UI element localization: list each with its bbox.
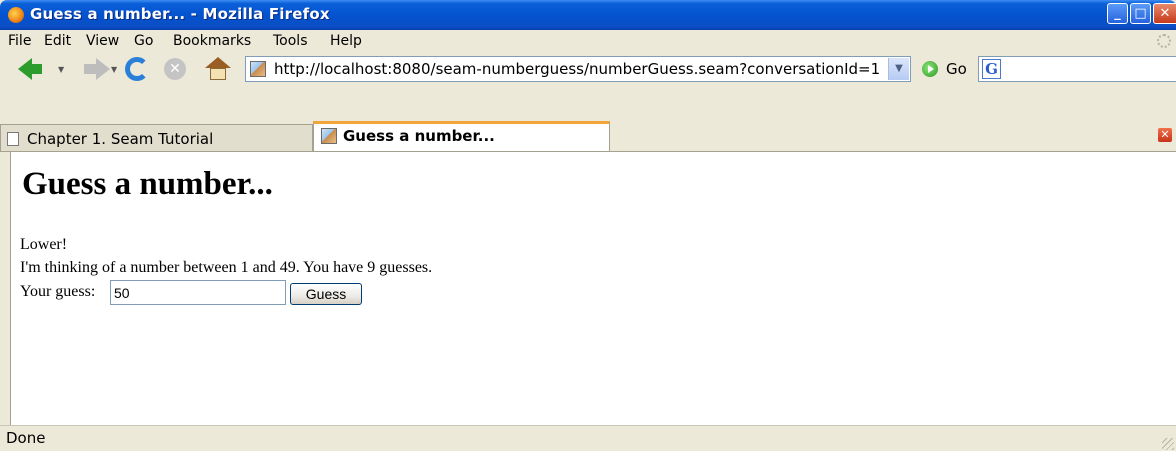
document-icon: [7, 132, 19, 146]
info-text: I'm thinking of a number between 1 and 4…: [20, 259, 433, 276]
home-icon[interactable]: [205, 57, 231, 81]
forward-history-dropdown-icon[interactable]: ▼: [111, 65, 117, 74]
menu-edit[interactable]: Edit: [44, 33, 71, 49]
tab-guess-a-number[interactable]: Guess a number...: [313, 121, 610, 152]
chevron-down-icon[interactable]: ▼: [888, 58, 909, 80]
menu-bookmarks[interactable]: Bookmarks: [173, 33, 251, 49]
resize-grip-icon[interactable]: [1162, 438, 1174, 450]
forward-button[interactable]: [84, 64, 96, 74]
firefox-icon: [8, 7, 24, 23]
stop-icon[interactable]: ✕: [164, 58, 186, 80]
page-favicon-icon: [321, 128, 337, 144]
back-button[interactable]: [30, 64, 42, 74]
close-window-button[interactable]: ✕: [1153, 3, 1176, 24]
menu-tools[interactable]: Tools: [273, 33, 308, 49]
feedback-text: Lower!: [20, 236, 68, 253]
menu-file[interactable]: File: [8, 33, 31, 49]
status-text: Done: [6, 429, 46, 447]
address-input[interactable]: http://localhost:8080/seam-numberguess/n…: [274, 60, 880, 78]
go-button[interactable]: Go: [946, 60, 967, 78]
guess-label: Your guess:: [20, 283, 96, 300]
home-roof: [205, 57, 231, 68]
menu-help[interactable]: Help: [330, 33, 362, 49]
site-favicon: [250, 61, 266, 77]
minimize-button[interactable]: _: [1107, 3, 1128, 24]
search-bar[interactable]: G: [978, 56, 1176, 82]
search-engine-icon[interactable]: G: [982, 59, 1001, 79]
reload-icon[interactable]: [125, 57, 149, 81]
tab-seam-tutorial[interactable]: Chapter 1. Seam Tutorial: [0, 124, 313, 151]
throbber-icon: [1157, 34, 1171, 48]
title-bar[interactable]: Guess a number... - Mozilla Firefox _ □ …: [0, 0, 1176, 30]
go-icon[interactable]: [922, 61, 938, 77]
address-bar[interactable]: http://localhost:8080/seam-numberguess/n…: [245, 56, 911, 82]
guess-input[interactable]: [110, 280, 286, 305]
page-title: Guess a number...: [22, 166, 273, 202]
tab-label: Chapter 1. Seam Tutorial: [27, 130, 214, 148]
forward-icon[interactable]: [96, 58, 110, 80]
back-history-dropdown-icon[interactable]: ▼: [58, 65, 64, 74]
status-bar: Done: [0, 425, 1176, 451]
menu-go[interactable]: Go: [134, 33, 153, 49]
browser-window: Guess a number... - Mozilla Firefox _ □ …: [0, 0, 1176, 451]
window-title: Guess a number... - Mozilla Firefox: [30, 5, 330, 23]
guess-button[interactable]: Guess: [290, 283, 362, 305]
home-body: [210, 68, 226, 80]
close-tab-icon[interactable]: ✕: [1158, 128, 1172, 142]
menu-view[interactable]: View: [86, 33, 119, 49]
tab-label: Guess a number...: [343, 127, 495, 145]
maximize-button[interactable]: □: [1130, 3, 1151, 24]
